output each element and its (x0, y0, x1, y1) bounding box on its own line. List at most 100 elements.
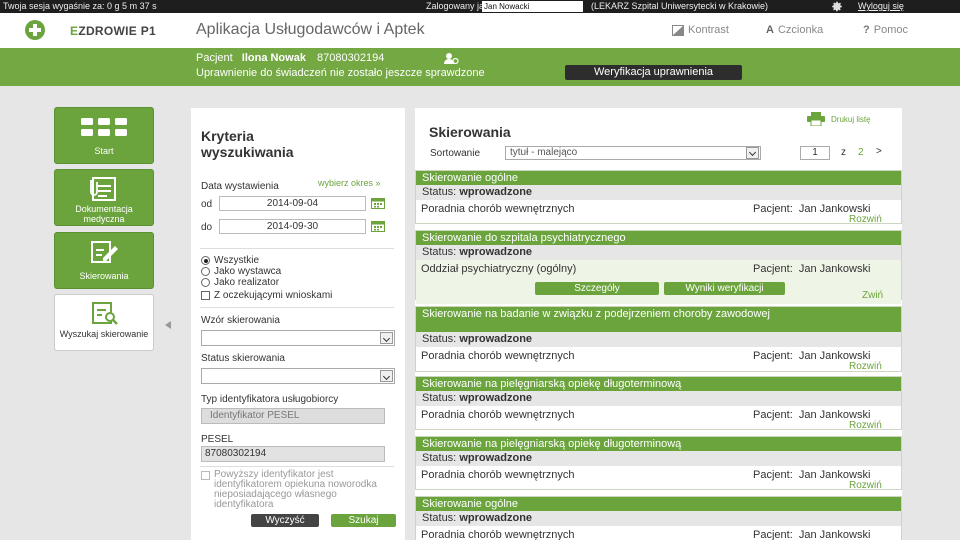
id-type-select: Identyfikator PESEL (201, 408, 385, 424)
contrast-link[interactable]: Kontrast (672, 24, 729, 36)
radio-as-realizer[interactable]: Jako realizator (201, 277, 279, 288)
collapse-link[interactable]: Zwiń (862, 290, 883, 301)
expand-link[interactable]: Rozwiń (849, 480, 882, 491)
pending-requests-checkbox[interactable]: Z oczekującymi wnioskami (201, 290, 332, 301)
page-of-label: z (841, 147, 846, 158)
date-to-input[interactable]: 2014-09-30 (219, 219, 366, 234)
patient-pesel: 87080302194 (317, 52, 385, 64)
calendar-icon[interactable] (371, 197, 385, 209)
font-size-link[interactable]: A Czcionka (766, 24, 823, 36)
nav-medical-docs-label: Dokumentacja medyczna (75, 204, 133, 224)
patient-label: Pacjent (196, 52, 233, 64)
gear-icon[interactable] (830, 0, 844, 13)
referral-card[interactable]: Skierowanie ogólne Status: wprowadzone P… (415, 496, 902, 540)
help-link[interactable]: ? Pomoc (863, 24, 908, 36)
id-type-label: Typ identyfikatora usługobiorcy (201, 394, 339, 405)
radio-as-issuer[interactable]: Jako wystawca (201, 266, 281, 277)
sort-label: Sortowanie (430, 148, 481, 159)
referral-unit: Poradnia chorób wewnętrznych (421, 203, 575, 215)
date-from-label: od (201, 199, 213, 210)
referral-card-expanded[interactable]: Skierowanie do szpitala psychiatrycznego… (415, 230, 902, 304)
page-total-link[interactable]: 2 (858, 147, 864, 158)
help-icon: ? (863, 24, 870, 36)
referral-patient: Pacjent: Jan Jankowski (753, 263, 871, 275)
radio-all[interactable]: Wszystkie (201, 255, 259, 266)
expand-link[interactable]: Rozwiń (849, 420, 882, 431)
referral-title: Skierowanie do szpitala psychiatrycznego (416, 231, 901, 245)
template-select[interactable] (201, 330, 395, 346)
referral-status: Status: wprowadzone (416, 391, 901, 406)
criteria-title: Kryteria wyszukiwania (201, 128, 294, 160)
session-bar: Twoja sesja wygaśnie za: 0 g 5 m 37 s Za… (0, 0, 960, 13)
app-title: Aplikacja Usługodawców i Aptek (196, 21, 425, 38)
next-page-link[interactable]: > (876, 146, 882, 157)
nav-referrals-label: Skierowania (79, 271, 129, 281)
chevron-down-icon (380, 332, 393, 344)
referral-unit: Poradnia chorób wewnętrznych (421, 409, 575, 421)
choose-period-link[interactable]: wybierz okres » (318, 178, 381, 188)
username-field: Jan Nowacki (482, 1, 583, 12)
documents-icon (90, 177, 116, 201)
clear-button[interactable]: Wyczyść (251, 514, 319, 527)
referral-unit: Oddział psychiatryczny (ogólny) (421, 263, 577, 275)
pesel-input[interactable]: 87080302194 (201, 446, 385, 462)
referral-status: Status: wprowadzone (416, 451, 901, 466)
referrals-panel: Skierowania Drukuj listę Sortowanie tytu… (415, 108, 902, 540)
eligibility-warning: Uprawnienie do świadczeń nie zostało jes… (196, 67, 485, 79)
issue-date-label: Data wystawienia (201, 181, 279, 192)
referral-unit: Poradnia chorób wewnętrznych (421, 350, 575, 362)
referral-title: Skierowanie ogólne (416, 497, 901, 511)
referral-pen-icon (91, 241, 118, 263)
nav-search-referral[interactable]: Wyszukaj skierowanie (54, 294, 154, 351)
date-to-label: do (201, 222, 213, 233)
expand-link[interactable]: Rozwiń (849, 361, 882, 372)
referral-title: Skierowanie ogólne (416, 171, 901, 185)
app-header: EZDROWIE P1 Aplikacja Usługodawców i Apt… (0, 13, 960, 48)
active-nav-arrow-icon (165, 321, 171, 329)
nav-medical-docs[interactable]: Dokumentacja medyczna (54, 169, 154, 226)
referral-card[interactable]: Skierowanie na pielęgniarską opiekę dług… (415, 376, 902, 431)
details-button[interactable]: Szczegóły (535, 282, 659, 295)
logout-link[interactable]: Wyloguj się (858, 0, 904, 13)
print-list-link[interactable]: Drukuj listę (807, 112, 871, 126)
search-button[interactable]: Szukaj (331, 514, 396, 527)
expand-link[interactable]: Rozwiń (849, 214, 882, 225)
session-timer: Twoja sesja wygaśnie za: 0 g 5 m 37 s (3, 1, 157, 11)
sort-select[interactable]: tytuł - malejąco (505, 146, 761, 160)
nav-start[interactable]: Start (54, 107, 154, 164)
referral-status: Status: wprowadzone (416, 245, 901, 260)
status-label: Status skierowania (201, 353, 285, 364)
referral-card[interactable]: Skierowanie ogólne Status: wprowadzone P… (415, 170, 902, 225)
nav-start-label: Start (94, 146, 114, 156)
status-select[interactable] (201, 368, 395, 384)
referral-title: Skierowanie na pielęgniarską opiekę dług… (416, 437, 901, 451)
date-from-input[interactable]: 2014-09-04 (219, 196, 366, 211)
logo-cross-icon (25, 20, 45, 40)
calendar-icon[interactable] (371, 220, 385, 232)
search-referral-icon (92, 302, 118, 325)
guardian-checkbox[interactable]: Powyższy identyfikator jest identyfikato… (201, 470, 391, 510)
referral-unit: Poradnia chorób wewnętrznych (421, 529, 575, 540)
referral-card[interactable]: Skierowanie na pielęgniarską opiekę dług… (415, 436, 902, 491)
change-patient-icon[interactable] (443, 52, 459, 64)
nav-referrals[interactable]: Skierowania (54, 232, 154, 289)
referral-title: Skierowanie na pielęgniarską opiekę dług… (416, 377, 901, 391)
grid-icon (81, 118, 127, 136)
chevron-down-icon (746, 147, 759, 159)
referral-status: Status: wprowadzone (416, 185, 901, 200)
search-criteria-panel: Kryteria wyszukiwania wybierz okres » Dat… (191, 108, 405, 540)
chevron-down-icon (380, 370, 393, 382)
verification-results-button[interactable]: Wyniki weryfikacji (664, 282, 785, 295)
referral-status: Status: wprowadzone (416, 332, 901, 347)
patient-name: Ilona Nowak (241, 52, 306, 64)
referral-unit: Poradnia chorób wewnętrznych (421, 469, 575, 481)
brand-logo: EZDROWIE P1 (70, 24, 156, 38)
pesel-label: PESEL (201, 434, 234, 445)
template-label: Wzór skierowania (201, 315, 280, 326)
page-input[interactable]: 1 (800, 146, 830, 160)
font-size-icon: A (766, 24, 774, 36)
patient-bar: Pacjent Ilona Nowak 87080302194 Uprawnie… (0, 48, 960, 86)
referral-card[interactable]: Skierowanie na badanie w związku z podej… (415, 306, 902, 372)
verify-eligibility-button[interactable]: Weryfikacja uprawnienia (565, 65, 742, 80)
nav-search-referral-label: Wyszukaj skierowanie (59, 329, 149, 339)
